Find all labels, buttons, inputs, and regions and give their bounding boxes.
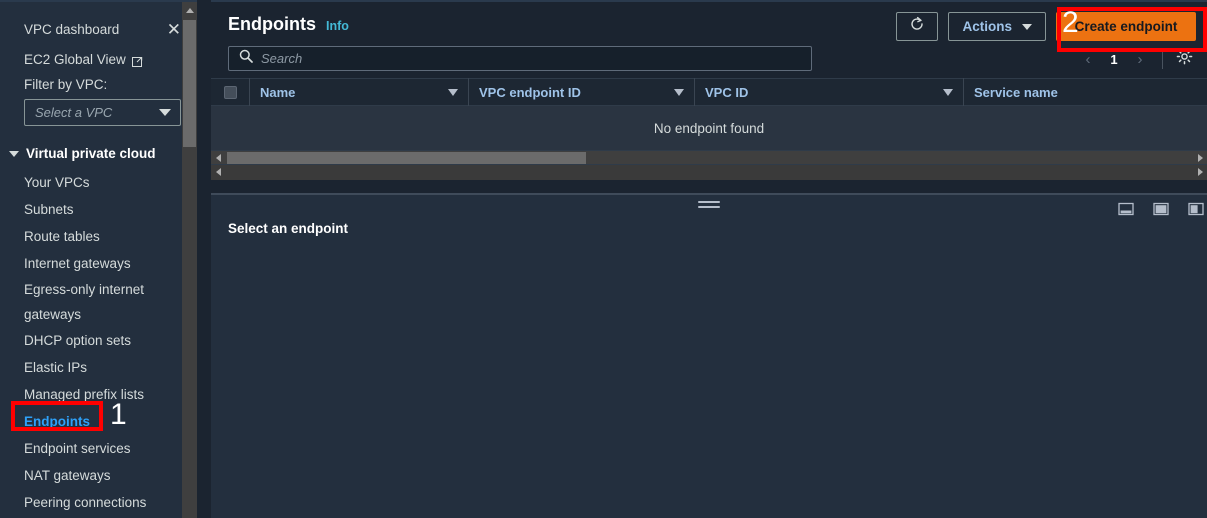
- table-preferences-button[interactable]: [1172, 47, 1196, 71]
- refresh-icon: [909, 16, 925, 37]
- split-panel-title: Select an endpoint: [228, 221, 349, 236]
- column-label: VPC ID: [705, 84, 749, 100]
- triangle-down-icon: [9, 150, 19, 157]
- sidebar-group-label: Virtual private cloud: [26, 146, 156, 161]
- column-header-service-name[interactable]: Service name: [963, 78, 1207, 106]
- sidebar-group-virtual-private-cloud[interactable]: Virtual private cloud: [0, 138, 197, 169]
- scroll-right-icon[interactable]: [1193, 151, 1207, 165]
- sidebar-global-view-label: EC2 Global View: [24, 51, 126, 67]
- chevron-down-icon: [1022, 23, 1032, 30]
- scroll-left-icon[interactable]: [211, 151, 225, 165]
- vpc-filter-placeholder: Select a VPC: [35, 105, 113, 120]
- search-input[interactable]: Search: [228, 46, 812, 71]
- vpc-console-window: VPC dashboard ✕ EC2 Global View Filter b…: [0, 0, 1207, 518]
- create-endpoint-button[interactable]: Create endpoint: [1056, 12, 1196, 41]
- info-link[interactable]: Info: [326, 19, 349, 33]
- filter-by-vpc-label: Filter by VPC:: [24, 77, 108, 92]
- column-header-vpc-id[interactable]: VPC ID: [694, 78, 963, 106]
- divider: [1162, 49, 1163, 69]
- sidebar-item-nat-gateways[interactable]: NAT gateways: [0, 462, 197, 489]
- sidebar-item-subnets[interactable]: Subnets: [0, 196, 197, 223]
- sidebar-item-your-vpcs[interactable]: Your VPCs: [0, 169, 197, 196]
- content-header: Endpoints Info Search Actions Create end…: [211, 2, 1207, 78]
- refresh-button[interactable]: [896, 12, 939, 41]
- column-label: VPC endpoint ID: [479, 84, 581, 100]
- sidebar-scrollbar[interactable]: [182, 2, 197, 518]
- sort-icon[interactable]: [943, 88, 953, 96]
- scroll-left-icon[interactable]: [211, 165, 225, 179]
- split-panel: Select an endpoint: [211, 193, 1207, 518]
- sidebar-item-route-tables[interactable]: Route tables: [0, 223, 197, 250]
- panel-right-icon[interactable]: [1188, 201, 1204, 222]
- table-header-row: Name VPC endpoint ID VPC ID Service name: [211, 78, 1207, 106]
- pagination-next-button[interactable]: ›: [1127, 46, 1153, 72]
- main-content: Endpoints Info Search Actions Create end…: [211, 0, 1207, 518]
- pagination-prev-button[interactable]: ‹: [1075, 46, 1101, 72]
- sidebar-item-ec2-global-view[interactable]: EC2 Global View: [0, 44, 197, 74]
- column-label: Service name: [974, 84, 1058, 100]
- split-panel-layout-icons: [1118, 201, 1204, 222]
- pagination-page-number[interactable]: 1: [1103, 52, 1125, 67]
- scroll-up-icon[interactable]: [182, 2, 197, 18]
- select-all-checkbox[interactable]: [223, 85, 237, 99]
- sidebar-item-internet-gateways[interactable]: Internet gateways: [0, 250, 197, 277]
- select-all-checkbox-cell[interactable]: [211, 78, 249, 106]
- split-panel-drag-handle[interactable]: [698, 201, 720, 208]
- table-scrollbar-thumb[interactable]: [227, 152, 586, 164]
- sort-icon[interactable]: [674, 88, 684, 96]
- sidebar-dashboard-label: VPC dashboard: [24, 21, 120, 37]
- sidebar-item-vpc-dashboard[interactable]: VPC dashboard ✕: [0, 14, 197, 44]
- sidebar-scrollbar-thumb[interactable]: [183, 20, 196, 147]
- outer-horizontal-scrollbar[interactable]: [211, 164, 1207, 180]
- chevron-down-icon: [159, 109, 171, 116]
- table-empty-state: No endpoint found: [211, 106, 1207, 150]
- column-header-vpc-endpoint-id[interactable]: VPC endpoint ID: [468, 78, 694, 106]
- page-title: Endpoints: [228, 14, 316, 34]
- sidebar-item-managed-prefix-lists[interactable]: Managed prefix lists: [0, 381, 197, 408]
- sort-icon[interactable]: [448, 88, 458, 96]
- actions-button[interactable]: Actions: [948, 12, 1046, 41]
- sidebar-item-endpoint-services[interactable]: Endpoint services: [0, 435, 197, 462]
- search-icon: [239, 49, 253, 68]
- sidebar-top: VPC dashboard ✕ EC2 Global View Filter b…: [0, 2, 197, 516]
- pagination: ‹ 1 ›: [1075, 46, 1196, 72]
- sidebar: VPC dashboard ✕ EC2 Global View Filter b…: [0, 0, 197, 518]
- scroll-right-icon[interactable]: [1193, 165, 1207, 179]
- panel-side-icon[interactable]: [1153, 201, 1169, 222]
- sidebar-item-egress-only-internet-gateways[interactable]: Egress-only internet gateways: [0, 277, 197, 327]
- panel-bottom-icon[interactable]: [1118, 201, 1134, 222]
- sidebar-item-peering-connections[interactable]: Peering connections: [0, 489, 197, 516]
- search-placeholder: Search: [261, 51, 303, 66]
- sidebar-item-endpoints[interactable]: Endpoints: [0, 408, 197, 435]
- sidebar-item-elastic-ips[interactable]: Elastic IPs: [0, 354, 197, 381]
- vpc-filter-select[interactable]: Select a VPC: [24, 99, 181, 126]
- header-button-group: Actions Create endpoint: [896, 12, 1196, 41]
- gear-icon: [1176, 48, 1193, 70]
- column-header-name[interactable]: Name: [249, 78, 468, 106]
- column-label: Name: [260, 84, 296, 100]
- actions-label: Actions: [962, 19, 1012, 34]
- table-horizontal-scrollbar[interactable]: [211, 150, 1207, 164]
- external-link-icon: [131, 55, 143, 67]
- sidebar-item-dhcp-option-sets[interactable]: DHCP option sets: [0, 327, 197, 354]
- close-icon[interactable]: ✕: [167, 21, 181, 38]
